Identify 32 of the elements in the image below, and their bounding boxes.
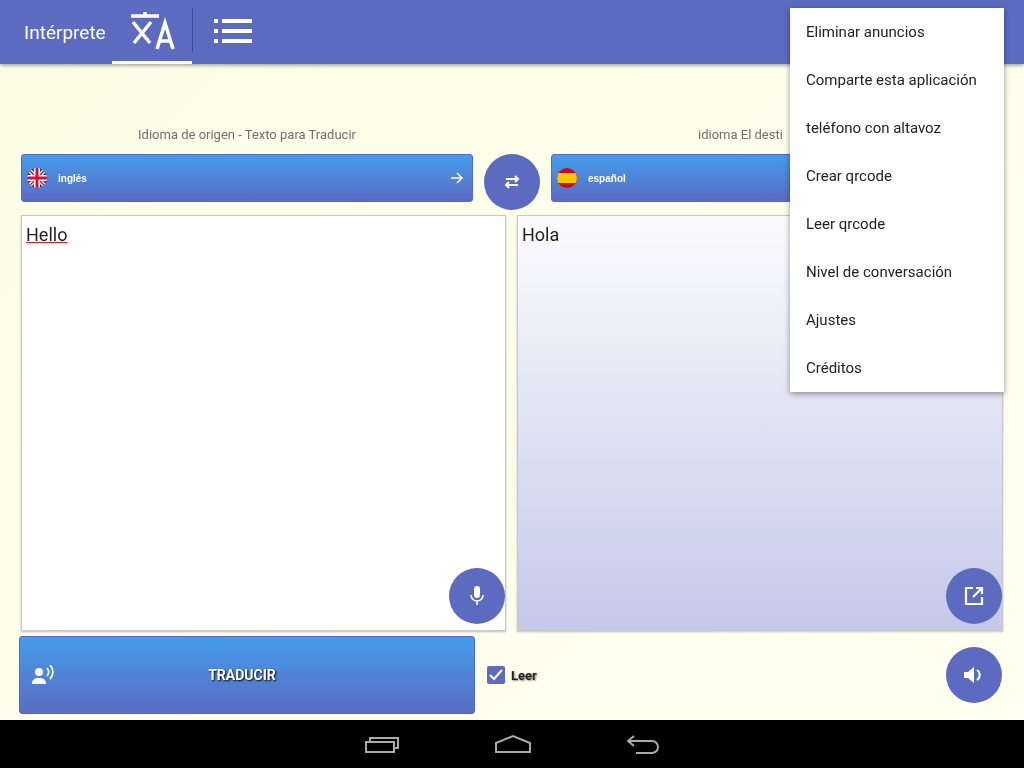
menu-item[interactable]: Ajustes — [790, 296, 1004, 344]
microphone-icon — [470, 586, 484, 606]
checkmark-icon — [489, 669, 503, 681]
swap-arrows-icon — [502, 175, 522, 189]
menu-item[interactable]: teléfono con altavoz — [790, 104, 1004, 152]
recent-apps-icon[interactable] — [364, 734, 400, 754]
speaking-person-icon — [32, 665, 56, 685]
app-title: Intérprete — [23, 20, 107, 44]
speaker-button[interactable] — [946, 647, 1002, 703]
read-aloud-checkbox[interactable]: Leer — [487, 666, 537, 684]
target-language-caption: idioma El desti — [698, 126, 783, 142]
checkbox[interactable] — [487, 666, 505, 684]
menu-item[interactable]: Nivel de conversación — [790, 248, 1004, 296]
list-icon — [214, 18, 252, 43]
uk-flag-icon — [26, 167, 48, 189]
translate-icon — [129, 10, 175, 51]
source-text-field[interactable]: Hello — [21, 215, 506, 631]
menu-item[interactable]: Crear qrcode — [790, 152, 1004, 200]
source-language-caption: Idioma de origen - Texto para Traducir — [137, 126, 357, 142]
menu-item[interactable]: Comparte esta aplicación — [790, 56, 1004, 104]
open-external-icon — [964, 586, 984, 606]
microphone-button[interactable] — [449, 568, 505, 624]
open-external-button[interactable] — [946, 568, 1002, 624]
swap-languages-button[interactable] — [484, 154, 540, 210]
menu-item[interactable]: Créditos — [790, 344, 1004, 392]
spain-flag-icon — [556, 167, 578, 189]
home-icon[interactable] — [494, 734, 532, 754]
back-icon[interactable] — [626, 734, 660, 754]
source-language-button[interactable]: inglés — [21, 154, 473, 202]
menu-item[interactable]: Eliminar anuncios — [790, 8, 1004, 56]
arrow-right-icon — [450, 171, 464, 185]
translate-button[interactable]: TRADUCIR — [19, 636, 475, 714]
